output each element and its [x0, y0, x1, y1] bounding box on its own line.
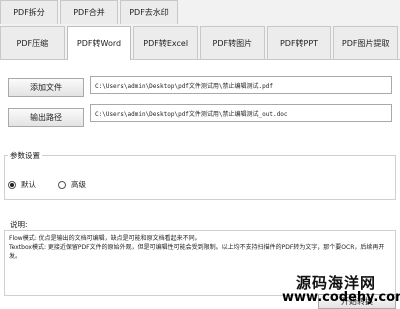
radio-advanced-label: 高级 — [71, 180, 86, 189]
tab-pdf-compress[interactable]: PDF压缩 — [0, 26, 65, 59]
radio-default-label: 默认 — [21, 180, 36, 189]
watermark-url: www.codehy.com — [282, 290, 400, 305]
tab-pdf-split[interactable]: PDF拆分 — [0, 0, 58, 24]
params-title: 参数设置 — [8, 150, 42, 161]
tab-row-bottom: PDF压缩 PDF转Word PDF转Excel PDF转图片 PDF转PPT … — [0, 26, 400, 60]
params-group — [4, 155, 396, 200]
tab-pdf-image-extract[interactable]: PDF图片提取 — [333, 26, 399, 59]
tab-pdf-merge[interactable]: PDF合并 — [60, 0, 118, 24]
output-path-field[interactable]: C:\Users\admin\Desktop\pdf文件测试用\禁止编辑测试_o… — [90, 104, 392, 122]
tab-pdf-to-excel[interactable]: PDF转Excel — [133, 26, 199, 59]
input-file-path-field[interactable]: C:\Users\admin\Desktop\pdf文件测试用\禁止编辑测试.p… — [90, 76, 392, 94]
radio-advanced[interactable]: 高级 — [58, 179, 86, 190]
tab-pdf-to-word[interactable]: PDF转Word — [66, 26, 132, 60]
radio-default-dot[interactable] — [8, 180, 16, 189]
tab-pdf-remove-watermark[interactable]: PDF去水印 — [120, 0, 178, 24]
pdf-to-word-panel: 添加文件 C:\Users\admin\Desktop\pdf文件测试用\禁止编… — [0, 60, 400, 309]
tab-pdf-to-ppt[interactable]: PDF转PPT — [266, 26, 332, 59]
description-line-flow: Flow模式: 优点是输出的文档可编辑，缺点是可能和原文档看起来不同。 — [9, 235, 201, 242]
description-title: 说明: — [8, 219, 30, 230]
radio-advanced-dot[interactable] — [58, 180, 66, 189]
description-line-textbox: Textbox模式: 更接近保留PDF文件的原始外观，但是可编辑性可能会受到限制… — [9, 244, 385, 260]
add-file-button[interactable]: 添加文件 — [8, 78, 84, 97]
radio-default[interactable]: 默认 — [8, 179, 36, 190]
tab-row-top: PDF拆分 PDF合并 PDF去水印 — [0, 0, 400, 24]
tab-pdf-to-image[interactable]: PDF转图片 — [200, 26, 265, 59]
output-path-button[interactable]: 输出路径 — [8, 108, 84, 127]
